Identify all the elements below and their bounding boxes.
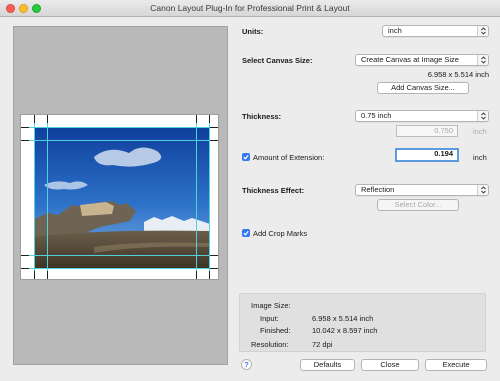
crop-mark [34, 271, 35, 279]
crop-mark [209, 115, 210, 123]
canvas-size-select-value: Create Canvas at Image Size [361, 55, 459, 64]
execute-button[interactable]: Execute [425, 359, 487, 371]
crop-mark [210, 268, 218, 269]
crop-mark [34, 115, 35, 123]
title-bar: Canon Layout Plug-In for Professional Pr… [0, 0, 500, 17]
finished-value: 10.042 x 8.597 inch [312, 326, 378, 335]
crop-mark [196, 271, 197, 279]
crop-mark [21, 268, 29, 269]
resolution-label: Resolution: [251, 340, 289, 349]
close-button[interactable]: Close [361, 359, 419, 371]
canvas-size-select[interactable]: Create Canvas at Image Size [355, 54, 489, 66]
input-label: Input: [260, 314, 279, 323]
crop-mark [210, 140, 218, 141]
window-title: Canon Layout Plug-In for Professional Pr… [150, 3, 350, 13]
thickness-unit: inch [473, 127, 487, 136]
image-size-heading: Image Size: [251, 301, 291, 310]
chevron-updown-icon [477, 185, 488, 195]
guide-line [21, 127, 218, 128]
preview-paper [20, 114, 219, 280]
crop-mark [21, 255, 29, 256]
preview-image [34, 127, 210, 268]
crop-mark [21, 140, 29, 141]
units-select[interactable]: inch [382, 25, 489, 37]
chevron-updown-icon [477, 111, 488, 121]
extension-checkbox[interactable] [242, 153, 250, 161]
thickness-custom-field: 0.750 [396, 125, 458, 137]
thickness-effect-select-value: Reflection [361, 185, 395, 194]
thickness-effect-select[interactable]: Reflection [355, 184, 489, 196]
crop-mark [210, 127, 218, 128]
units-select-value: inch [388, 26, 402, 35]
crop-marks-label[interactable]: Add Crop Marks [253, 229, 307, 238]
resolution-value: 72 dpi [312, 340, 333, 349]
thickness-select[interactable]: 0.75 inch [355, 110, 489, 122]
finished-label: Finished: [260, 326, 291, 335]
crop-mark [196, 115, 197, 123]
crop-mark [209, 271, 210, 279]
chevron-updown-icon [477, 55, 488, 65]
image-size-panel: Image Size: Input: 6.958 x 5.514 inch Fi… [239, 293, 486, 352]
guide-line [21, 268, 218, 269]
defaults-button[interactable]: Defaults [300, 359, 355, 371]
canvas-size-text: 6.958 x 5.514 inch [427, 70, 489, 79]
extension-label[interactable]: Amount of Extension: [253, 153, 324, 162]
preview-pane [13, 26, 228, 365]
add-canvas-size-button[interactable]: Add Canvas Size... [377, 82, 469, 94]
canvas-size-label: Select Canvas Size: [242, 56, 313, 65]
guide-line [21, 140, 218, 141]
select-color-button: Select Color... [377, 199, 459, 211]
input-value: 6.958 x 5.514 inch [312, 314, 374, 323]
extension-unit: inch [473, 153, 487, 162]
crop-mark [21, 127, 29, 128]
guide-line [21, 255, 218, 256]
crop-mark [47, 271, 48, 279]
thickness-label: Thickness: [242, 112, 282, 121]
chevron-updown-icon [477, 26, 488, 36]
help-button[interactable]: ? [241, 359, 252, 370]
thickness-select-value: 0.75 inch [361, 111, 392, 120]
crop-mark [210, 255, 218, 256]
thickness-effect-label: Thickness Effect: [242, 186, 305, 195]
crop-mark [47, 115, 48, 123]
extension-field[interactable]: 0.194 [395, 148, 459, 162]
crop-marks-checkbox[interactable] [242, 229, 250, 237]
units-label: Units: [242, 27, 264, 36]
